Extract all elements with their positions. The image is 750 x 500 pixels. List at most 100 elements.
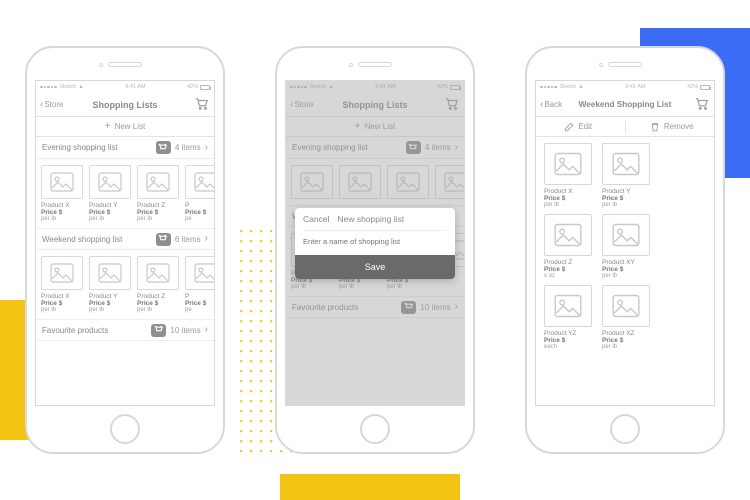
product-unit: x oz: [544, 273, 592, 279]
product-name: Product YZ: [544, 330, 592, 337]
list-name: Favourite products: [42, 326, 108, 335]
chevron-left-icon: ‹: [540, 100, 543, 110]
home-button[interactable]: [110, 414, 140, 444]
product-unit: each: [544, 344, 592, 350]
product-card[interactable]: Product YPrice $per lb: [89, 165, 133, 222]
product-card[interactable]: Product XPrice $per lb: [544, 143, 592, 208]
save-button[interactable]: Save: [295, 255, 455, 279]
plus-icon: +: [105, 122, 111, 132]
image-placeholder-icon: [41, 165, 83, 199]
new-list-button[interactable]: + New List: [36, 117, 214, 137]
product-unit: per lb: [602, 344, 650, 350]
product-name: Product XZ: [602, 330, 650, 337]
back-button[interactable]: ‹Store: [40, 100, 63, 110]
chevron-right-icon: ›: [205, 325, 208, 335]
product-price: Price $: [544, 337, 592, 344]
product-price: Price $: [89, 300, 133, 307]
product-price: Price $: [137, 209, 181, 216]
battery-icon: [200, 85, 210, 90]
product-unit: per lb: [137, 216, 181, 222]
product-card[interactable]: PPrice $pe: [185, 165, 214, 222]
product-card[interactable]: PPrice $pe: [185, 256, 214, 313]
home-button[interactable]: [610, 414, 640, 444]
product-price: Price $: [544, 266, 592, 273]
nav-bar: ‹Back Weekend Shopping List: [536, 93, 714, 117]
back-label: Store: [44, 100, 63, 109]
item-count: 10 items: [170, 326, 200, 335]
status-bar: Sketch▲ 9:41 AM 42%: [536, 81, 714, 93]
product-card[interactable]: Product YPrice $per lb: [89, 256, 133, 313]
product-card[interactable]: Product XPrice $per lb: [41, 256, 85, 313]
detail-toolbar: Edit Remove: [536, 117, 714, 137]
product-name: P: [185, 293, 214, 300]
screen: Sketch▲ 9:41 AM 42% ‹Store Shopping List…: [35, 80, 215, 406]
list-row-favourite[interactable]: Favourite products 10 items ›: [36, 319, 214, 341]
product-price: Price $: [544, 195, 592, 202]
chevron-right-icon: ›: [205, 143, 208, 153]
product-card[interactable]: Product XZPrice $per lb: [602, 285, 650, 350]
image-placeholder-icon: [602, 143, 650, 185]
modal-title: New shopping list: [337, 214, 404, 224]
product-name: Product X: [41, 293, 85, 300]
product-price: Price $: [602, 266, 650, 273]
modal-overlay[interactable]: Cancel New shopping list Save: [286, 81, 464, 405]
product-card[interactable]: Product YPrice $per lb: [602, 143, 650, 208]
battery-pct: 42%: [187, 84, 198, 90]
product-card[interactable]: Product XYPrice $per lb: [602, 214, 650, 279]
product-unit: per lb: [41, 307, 85, 313]
add-to-cart-icon[interactable]: [151, 324, 166, 337]
add-to-cart-icon[interactable]: [156, 141, 171, 154]
image-placeholder-icon: [89, 256, 131, 290]
product-name: Product Z: [137, 202, 181, 209]
image-placeholder-icon: [185, 165, 214, 199]
cancel-button[interactable]: Cancel: [303, 214, 329, 224]
product-card[interactable]: Product XPrice $per lb: [41, 165, 85, 222]
lists-content: Evening shopping list 4 items› Product X…: [36, 137, 214, 405]
products-grid: Product XPrice $per lbProduct YPrice $pe…: [536, 137, 714, 405]
back-button[interactable]: ‹Back: [540, 100, 562, 110]
product-name: P: [185, 202, 214, 209]
product-unit: per lb: [602, 202, 650, 208]
list-row-weekend[interactable]: Weekend shopping list 6 items›: [36, 228, 214, 250]
product-name: Product Y: [602, 188, 650, 195]
screen: Sketch▲ 9:41 AM 42% ‹Store Shopping List…: [285, 80, 465, 406]
product-unit: pe: [185, 307, 214, 313]
home-button[interactable]: [360, 414, 390, 444]
signal-icon: [540, 84, 558, 90]
chevron-right-icon: ›: [205, 234, 208, 244]
list-name: Evening shopping list: [42, 143, 118, 152]
new-list-modal: Cancel New shopping list Save: [295, 208, 455, 279]
pencil-icon: [564, 122, 574, 132]
new-list-label: New List: [115, 122, 146, 131]
phone-camera: [99, 63, 103, 67]
product-price: Price $: [602, 195, 650, 202]
product-card[interactable]: Product ZPrice $per lb: [137, 256, 181, 313]
product-unit: per lb: [89, 216, 133, 222]
cart-button[interactable]: [195, 97, 209, 111]
image-placeholder-icon: [89, 165, 131, 199]
cart-button[interactable]: [695, 97, 709, 111]
product-unit: per lb: [602, 273, 650, 279]
product-name: Product XY: [602, 259, 650, 266]
product-card[interactable]: Product YZPrice $each: [544, 285, 592, 350]
phone-camera: [349, 63, 353, 67]
screen: Sketch▲ 9:41 AM 42% ‹Back Weekend Shoppi…: [535, 80, 715, 406]
product-name: Product X: [544, 188, 592, 195]
remove-label: Remove: [664, 122, 694, 131]
edit-label: Edit: [578, 122, 592, 131]
item-count: 6 items: [175, 235, 201, 244]
list-name-input[interactable]: [303, 230, 447, 248]
product-card[interactable]: Product ZPrice $per lb: [137, 165, 181, 222]
remove-button[interactable]: Remove: [630, 122, 715, 132]
product-card[interactable]: Product ZPrice $x oz: [544, 214, 592, 279]
edit-button[interactable]: Edit: [536, 122, 621, 132]
phone-speaker: [608, 62, 642, 67]
add-to-cart-icon[interactable]: [156, 233, 171, 246]
list-row-evening[interactable]: Evening shopping list 4 items›: [36, 137, 214, 159]
battery-icon: [700, 85, 710, 90]
product-name: Product Z: [137, 293, 181, 300]
carrier-label: Sketch: [560, 84, 577, 90]
phone-camera: [599, 63, 603, 67]
nav-bar: ‹Store Shopping Lists: [36, 93, 214, 117]
image-placeholder-icon: [41, 256, 83, 290]
